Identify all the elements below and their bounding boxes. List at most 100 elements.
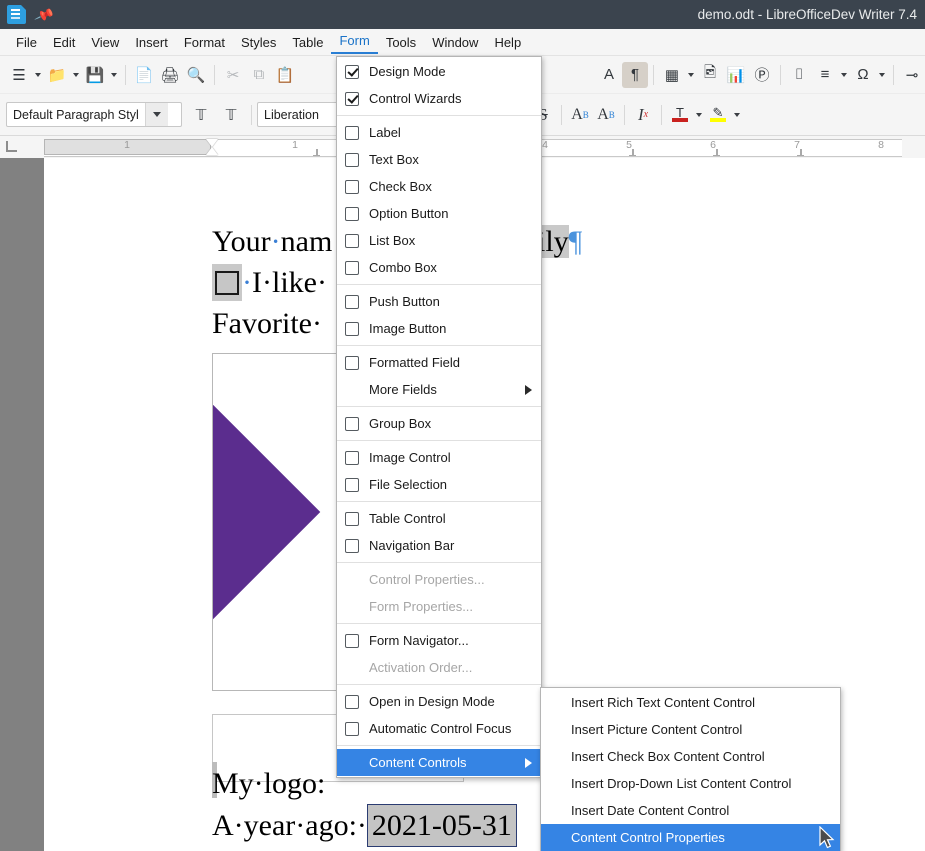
save-document-icon[interactable]: 💾 — [82, 62, 108, 88]
menu-tools[interactable]: Tools — [378, 32, 424, 53]
open-document-icon[interactable]: 📁 — [44, 62, 70, 88]
menu-format[interactable]: Format — [176, 32, 233, 53]
menu-item-navigation-bar[interactable]: Navigation Bar — [337, 532, 541, 559]
menu-item-design-mode[interactable]: Design Mode — [337, 58, 541, 85]
print-preview-icon[interactable]: 🔍 — [183, 62, 209, 88]
menu-item-content-control-properties[interactable]: Content Control Properties — [541, 824, 840, 851]
new-style-from-selection-icon[interactable]: 𝕋 — [216, 102, 246, 128]
menu-bar: File Edit View Insert Format Styles Tabl… — [0, 29, 925, 56]
menu-table[interactable]: Table — [284, 32, 331, 53]
menu-view[interactable]: View — [83, 32, 127, 53]
menu-item-label-text: Content Controls — [369, 755, 467, 770]
print-icon[interactable]: 🖨 — [157, 62, 183, 88]
menu-item-push-button[interactable]: Push Button — [337, 288, 541, 315]
menu-item-open-in-design-mode[interactable]: Open in Design Mode — [337, 688, 541, 715]
menu-item-insert-picture-content-control[interactable]: Insert Picture Content Control — [541, 716, 840, 743]
copy-icon[interactable]: ⧉ — [246, 62, 272, 88]
menu-item-form-properties: Form Properties... — [337, 593, 541, 620]
subscript-icon[interactable]: AB — [593, 102, 619, 128]
new-document-caret-icon[interactable] — [32, 62, 44, 88]
pin-icon[interactable]: 📌 — [34, 4, 56, 25]
menu-edit[interactable]: Edit — [45, 32, 83, 53]
paragraph-style-combo[interactable]: Default Paragraph Styl — [6, 102, 182, 127]
ruler-tab-stop[interactable] — [313, 149, 320, 156]
font-color-caret-icon[interactable] — [693, 102, 705, 128]
highlight-color-caret-icon[interactable] — [731, 102, 743, 128]
menu-item-label-text: Image Control — [369, 450, 451, 465]
menu-item-label[interactable]: Label — [337, 119, 541, 146]
cut-icon[interactable]: ✂ — [220, 62, 246, 88]
insert-image-icon[interactable]: 🖻 — [697, 62, 723, 88]
insert-special-character-icon[interactable]: Ω — [850, 62, 876, 88]
menu-item-formatted-field[interactable]: Formatted Field — [337, 349, 541, 376]
content-controls-submenu-popup[interactable]: Insert Rich Text Content Control Insert … — [540, 687, 841, 851]
menu-help[interactable]: Help — [486, 32, 529, 53]
insert-text-box-icon[interactable]: Ⓟ — [749, 62, 775, 88]
insert-chart-icon[interactable]: 📊 — [723, 62, 749, 88]
menu-item-control-wizards[interactable]: Control Wizards — [337, 85, 541, 112]
menu-item-more-fields[interactable]: More Fields — [337, 376, 541, 403]
menu-file[interactable]: File — [8, 32, 45, 53]
formatting-marks-a-icon[interactable]: A — [596, 62, 622, 88]
checkbox-icon — [345, 260, 359, 275]
new-document-icon[interactable]: ☰ — [6, 62, 32, 88]
checkbox-icon — [345, 355, 359, 370]
toolbar-separator — [125, 64, 126, 85]
menu-item-image-control[interactable]: Image Control — [337, 444, 541, 471]
insert-table-icon[interactable]: ▦ — [659, 62, 685, 88]
update-selected-style-icon[interactable]: 𝕋 — [186, 102, 216, 128]
ruler-tab-stop[interactable] — [713, 149, 720, 156]
insert-table-caret-icon[interactable] — [685, 62, 697, 88]
save-document-caret-icon[interactable] — [108, 62, 120, 88]
menu-item-option-button[interactable]: Option Button — [337, 200, 541, 227]
page-left-gap — [0, 158, 44, 851]
menu-item-check-box[interactable]: Check Box — [337, 173, 541, 200]
menu-item-list-box[interactable]: List Box — [337, 227, 541, 254]
paragraph-style-dropdown-icon[interactable] — [144, 103, 168, 126]
menu-item-label-text: Insert Rich Text Content Control — [571, 695, 756, 710]
menu-item-content-controls[interactable]: Content Controls — [337, 749, 541, 776]
ruler-tab-stop[interactable] — [629, 149, 636, 156]
ruler-number: 4 — [542, 139, 548, 151]
menu-window[interactable]: Window — [424, 32, 486, 53]
menu-item-insert-date-content-control[interactable]: Insert Date Content Control — [541, 797, 840, 824]
menu-item-insert-drop-down-list-content-control[interactable]: Insert Drop-Down List Content Control — [541, 770, 840, 797]
insert-field-icon[interactable]: ≡ — [812, 62, 838, 88]
menu-styles[interactable]: Styles — [233, 32, 284, 53]
highlight-color-icon[interactable]: ✎ — [705, 102, 731, 128]
menu-item-combo-box[interactable]: Combo Box — [337, 254, 541, 281]
menu-item-text-box[interactable]: Text Box — [337, 146, 541, 173]
open-document-caret-icon[interactable] — [70, 62, 82, 88]
checkbox-content-control[interactable] — [215, 271, 239, 295]
menu-item-table-control[interactable]: Table Control — [337, 505, 541, 532]
date-content-control[interactable]: 2021-05-31 — [366, 804, 517, 847]
export-pdf-icon[interactable]: 📄 — [131, 62, 157, 88]
checkbox-icon — [345, 477, 359, 492]
insert-page-break-icon[interactable]: ⌷ — [786, 62, 812, 88]
menu-item-file-selection[interactable]: File Selection — [337, 471, 541, 498]
first-line-indent-marker[interactable] — [206, 139, 218, 147]
clear-formatting-icon[interactable]: Ix — [630, 102, 656, 128]
menu-item-label-text: Formatted Field — [369, 355, 461, 370]
form-menu-popup[interactable]: Design Mode Control Wizards Label Text B… — [336, 56, 542, 778]
menu-item-insert-check-box-content-control[interactable]: Insert Check Box Content Control — [541, 743, 840, 770]
superscript-icon[interactable]: AB — [567, 102, 593, 128]
menu-item-image-button[interactable]: Image Button — [337, 315, 541, 342]
left-indent-marker[interactable] — [206, 147, 218, 155]
ruler-tab-stop[interactable] — [797, 149, 804, 156]
formatting-marks-icon[interactable]: ¶ — [622, 61, 648, 88]
chevron-right-icon — [525, 757, 532, 768]
menu-item-group-box[interactable]: Group Box — [337, 410, 541, 437]
insert-hyperlink-icon[interactable]: ⊸ — [899, 62, 925, 88]
menu-form[interactable]: Form — [331, 30, 378, 54]
font-color-icon[interactable]: T — [667, 102, 693, 128]
insert-field-caret-icon[interactable] — [838, 62, 850, 88]
checkbox-icon — [345, 416, 359, 431]
menu-insert[interactable]: Insert — [127, 32, 176, 53]
menu-item-insert-rich-text-content-control[interactable]: Insert Rich Text Content Control — [541, 689, 840, 716]
menu-item-automatic-control-focus[interactable]: Automatic Control Focus — [337, 715, 541, 742]
insert-special-character-caret-icon[interactable] — [876, 62, 888, 88]
paste-icon[interactable]: 📋 — [272, 62, 298, 88]
menu-item-form-navigator[interactable]: Form Navigator... — [337, 627, 541, 654]
menu-item-label-text: Combo Box — [369, 260, 437, 275]
